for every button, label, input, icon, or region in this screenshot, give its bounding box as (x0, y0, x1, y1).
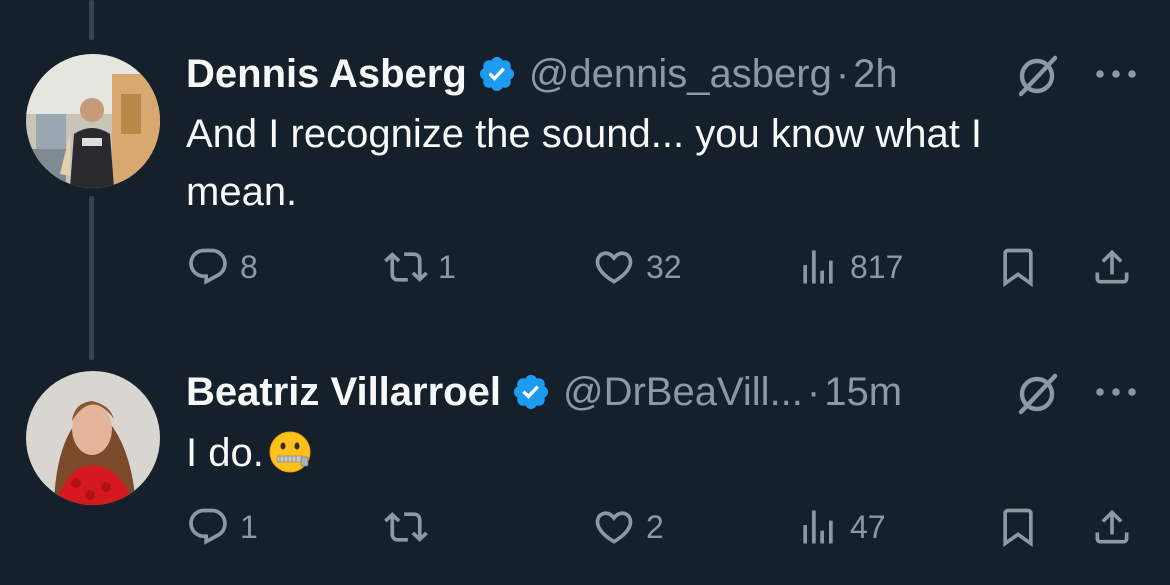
reply-icon (189, 508, 227, 545)
views-button[interactable]: 47 (796, 505, 886, 549)
reply-count: 1 (240, 508, 258, 545)
like-button[interactable]: 2 (592, 505, 664, 549)
share-icon (1095, 509, 1129, 544)
tweet-text: I do. (186, 424, 1126, 482)
tweet-header: Beatriz Villarroel @DrBeaVill... · 15m (186, 366, 902, 418)
tweet[interactable]: Beatriz Villarroel @DrBeaVill... · 15m I… (0, 0, 1170, 585)
repost-icon (384, 512, 428, 542)
verified-badge-icon[interactable] (511, 372, 551, 412)
avatar[interactable] (26, 371, 160, 505)
zipper-mouth-face-icon (269, 431, 311, 473)
like-count: 2 (646, 508, 664, 545)
heart-icon (595, 511, 633, 544)
tweet-text-content: I do. (186, 431, 264, 475)
repost-button[interactable] (384, 505, 438, 549)
display-name[interactable]: Beatriz Villarroel (186, 370, 501, 415)
more-options-icon[interactable] (1094, 382, 1138, 402)
user-handle[interactable]: @DrBeaVill... (563, 370, 803, 415)
separator-dot: · (806, 369, 821, 414)
bookmark-icon (1003, 508, 1033, 548)
bookmark-button[interactable] (996, 505, 1040, 549)
view-count: 47 (850, 508, 886, 545)
grok-icon[interactable] (1013, 370, 1061, 418)
timestamp[interactable]: 15m (824, 370, 902, 415)
views-icon (803, 510, 833, 544)
avatar-image (26, 371, 160, 505)
share-button[interactable] (1090, 505, 1134, 549)
tweet-actions: 1 2 47 (0, 505, 1170, 555)
reply-button[interactable]: 1 (186, 505, 258, 549)
